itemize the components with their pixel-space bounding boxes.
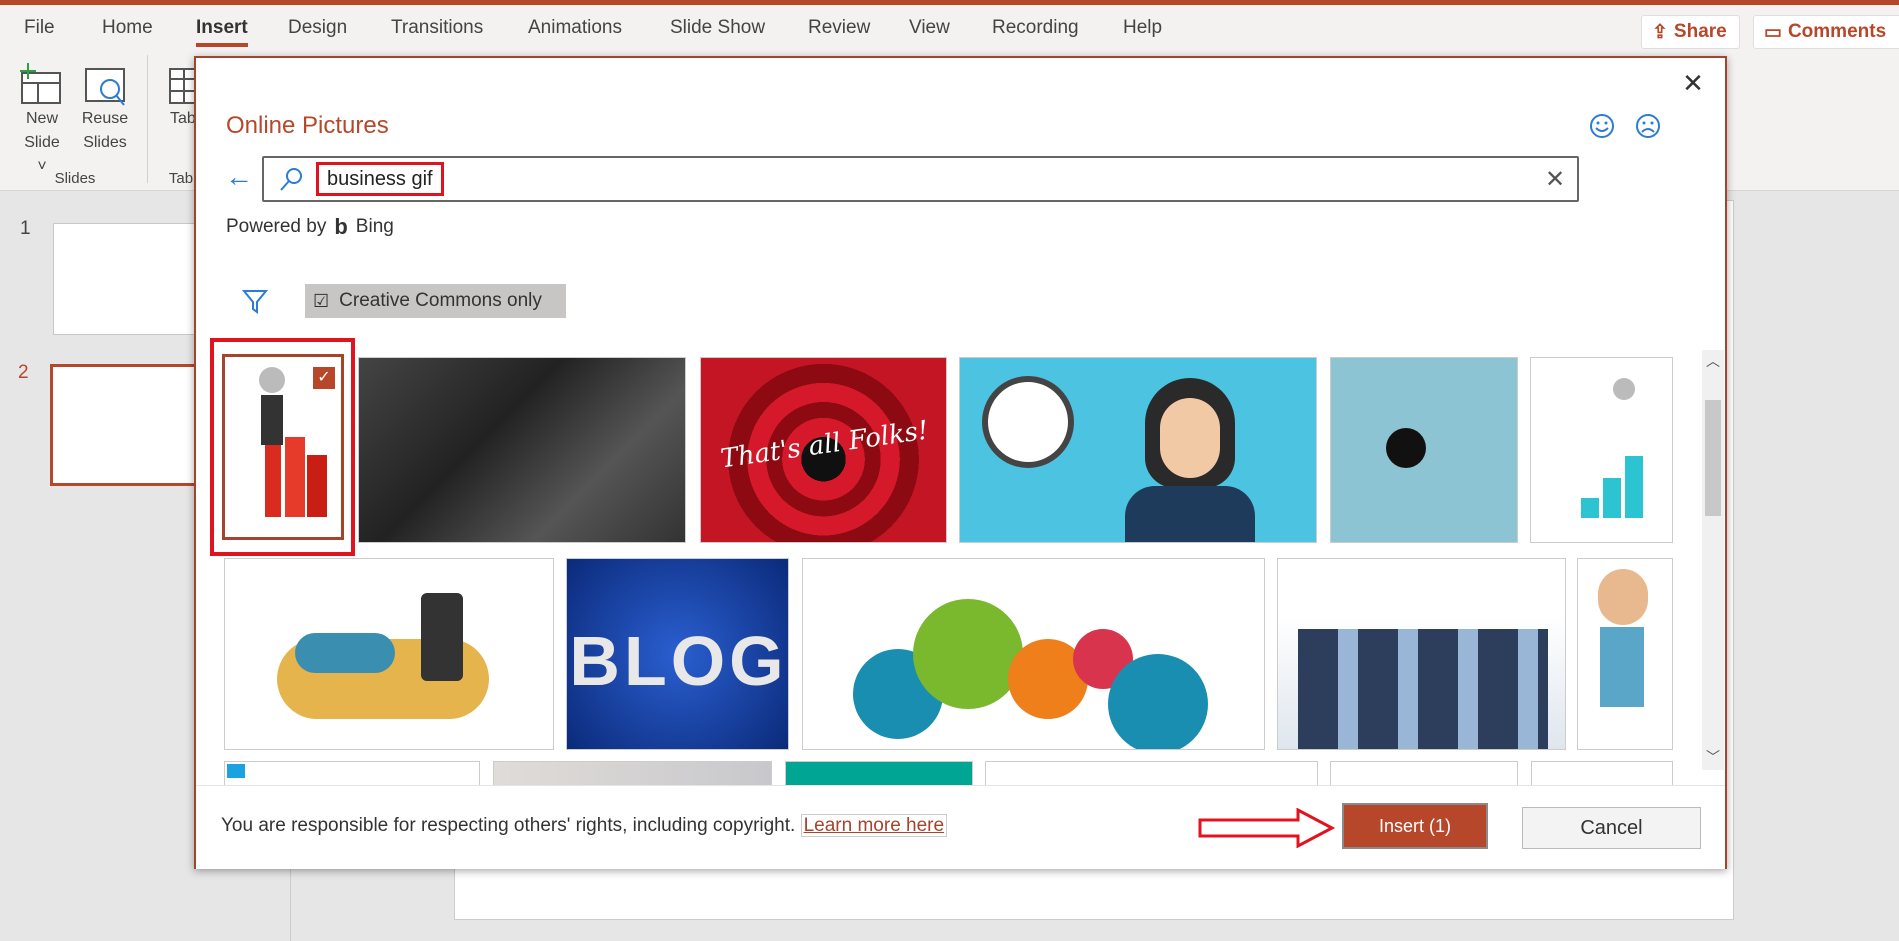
search-value[interactable]: business gif: [316, 162, 444, 196]
new-slide-icon: [16, 63, 64, 107]
checkbox-checked-icon: ☑: [313, 290, 330, 311]
reuse-label: Reuse: [81, 110, 129, 127]
scroll-down-icon[interactable]: ﹀: [1702, 746, 1724, 768]
powered-by-label: Powered by: [226, 216, 327, 237]
filter-icon[interactable]: [242, 288, 268, 314]
tab-home[interactable]: Home: [102, 17, 153, 39]
image-result[interactable]: [959, 357, 1317, 543]
image-result[interactable]: [1530, 357, 1673, 543]
scrollbar-thumb[interactable]: [1705, 400, 1721, 516]
image-result[interactable]: That's all Folks!: [700, 357, 947, 543]
tab-insert[interactable]: Insert: [196, 17, 248, 47]
powered-by-bing: Powered by b Bing: [226, 214, 394, 240]
tab-slide-show[interactable]: Slide Show: [670, 17, 765, 39]
dialog-footer: You are responsible for respecting other…: [196, 785, 1725, 869]
comment-icon: ▭: [1764, 21, 1782, 43]
ribbon-tabs: File Home Insert Design Transitions Anim…: [0, 5, 1899, 55]
image-result[interactable]: ✓: [222, 354, 344, 540]
tab-transitions[interactable]: Transitions: [391, 17, 483, 39]
image-result[interactable]: [802, 558, 1265, 750]
share-label: Share: [1673, 21, 1727, 42]
image-caption: BLOG: [569, 622, 788, 700]
group-label-tables: Tab: [168, 170, 194, 187]
reuse-slides-button[interactable]: Reuse Slides: [80, 107, 130, 155]
copyright-notice: You are responsible for respecting other…: [221, 814, 948, 837]
clear-search-icon[interactable]: ✕: [1542, 166, 1568, 193]
tab-animations[interactable]: Animations: [528, 17, 622, 39]
tab-help[interactable]: Help: [1123, 17, 1162, 39]
group-label-slides: Slides: [54, 170, 96, 187]
bing-label: Bing: [355, 216, 394, 237]
close-icon[interactable]: ✕: [1678, 68, 1708, 98]
reuse-slides-icon: [82, 63, 130, 107]
image-result[interactable]: [1277, 558, 1566, 750]
insert-button[interactable]: Insert (1): [1342, 803, 1488, 849]
smile-icon[interactable]: [1588, 112, 1616, 140]
slide-thumbnail-2[interactable]: [50, 364, 213, 486]
scroll-up-icon[interactable]: ︿: [1702, 350, 1724, 372]
new-slide-label: New: [25, 110, 58, 127]
online-pictures-dialog: ✕ Online Pictures ← business gif ✕ Power…: [194, 56, 1727, 869]
comments-button[interactable]: ▭ Comments: [1753, 15, 1899, 49]
ribbon-divider: [147, 55, 148, 183]
table-button[interactable]: Tab: [170, 107, 194, 131]
notice-text: You are responsible for respecting other…: [221, 815, 796, 836]
image-result[interactable]: [1330, 357, 1518, 543]
results-scrollbar[interactable]: ︿ ﹀: [1702, 350, 1724, 770]
bing-logo-icon: b: [334, 214, 348, 239]
tab-design[interactable]: Design: [288, 17, 347, 39]
image-result[interactable]: [1577, 558, 1673, 750]
frown-icon[interactable]: [1634, 112, 1662, 140]
search-input[interactable]: business gif ✕: [262, 156, 1579, 202]
image-caption: That's all Folks!: [718, 415, 931, 475]
slide-thumbnail-1[interactable]: [53, 223, 213, 335]
red-arrow-annotation-icon: [1198, 808, 1336, 848]
comments-label: Comments: [1787, 21, 1887, 42]
search-icon: [278, 166, 304, 192]
tab-view[interactable]: View: [909, 17, 950, 39]
reuse-label-2: Slides: [83, 134, 127, 151]
cancel-button[interactable]: Cancel: [1522, 807, 1701, 849]
creative-commons-filter[interactable]: ☑ Creative Commons only: [305, 284, 566, 318]
slide-number: 2: [18, 362, 29, 383]
dialog-title: Online Pictures: [226, 112, 389, 139]
image-result[interactable]: BLOG: [566, 558, 789, 750]
filter-chip-label: Creative Commons only: [339, 290, 542, 311]
image-result[interactable]: [358, 357, 686, 543]
share-icon: ⇪: [1652, 21, 1668, 43]
selected-check-icon[interactable]: ✓: [313, 367, 335, 389]
tab-file[interactable]: File: [24, 17, 55, 39]
image-result[interactable]: [224, 558, 554, 750]
slide-number: 1: [20, 218, 31, 239]
learn-more-link[interactable]: Learn more here: [800, 814, 948, 837]
tab-recording[interactable]: Recording: [992, 17, 1079, 39]
tab-review[interactable]: Review: [808, 17, 870, 39]
share-button[interactable]: ⇪ Share: [1641, 15, 1740, 49]
back-arrow-icon[interactable]: ←: [224, 161, 254, 192]
